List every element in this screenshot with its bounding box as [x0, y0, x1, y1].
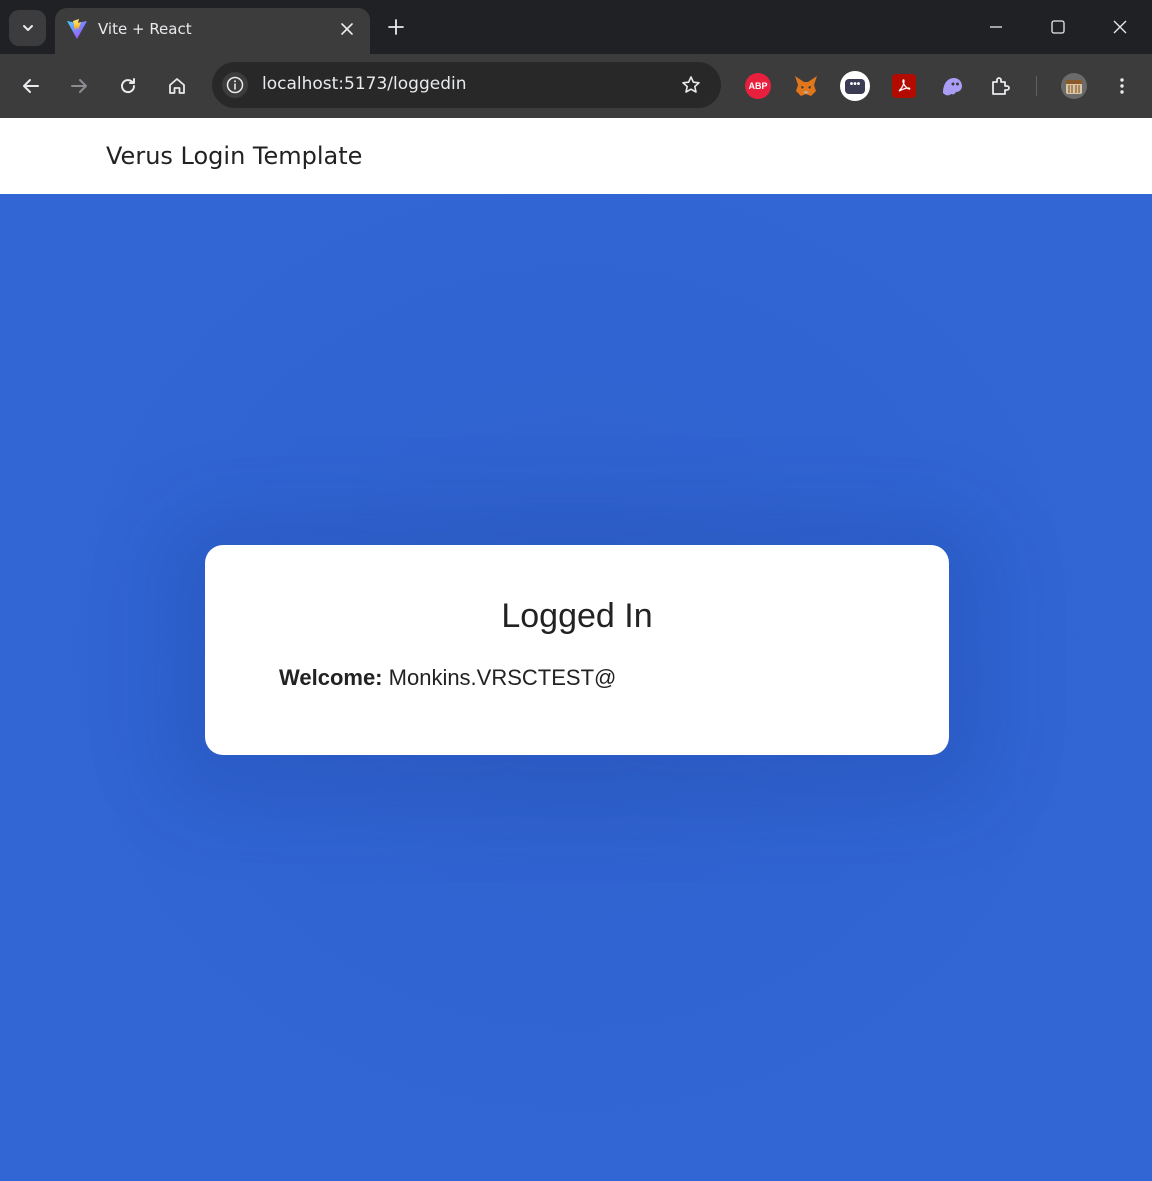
arrow-right-icon	[71, 79, 87, 93]
browser-tab-strip: Vite + React	[0, 0, 1152, 54]
ghost-icon	[943, 78, 962, 96]
info-icon	[226, 76, 244, 94]
minimize-window-button[interactable]	[981, 12, 1011, 42]
card-title: Logged In	[501, 597, 653, 635]
close-icon	[341, 23, 353, 35]
reload-icon	[121, 78, 136, 94]
site-info-button[interactable]	[222, 72, 248, 98]
extensions-button[interactable]	[986, 71, 1016, 101]
metamask-extension[interactable]	[791, 71, 821, 101]
close-icon	[1113, 20, 1127, 34]
web-page: Verus Login Template Logged In Welcome: …	[0, 118, 1152, 1181]
toolbar-divider	[1036, 76, 1037, 96]
bookmark-button[interactable]	[679, 73, 703, 97]
home-icon	[169, 78, 185, 94]
close-window-button[interactable]	[1105, 12, 1135, 42]
ghost-extension[interactable]	[937, 71, 967, 101]
brand-title[interactable]: Verus Login Template	[106, 142, 362, 170]
password-manager-icon: •••	[840, 71, 870, 101]
adobe-acrobat-icon	[892, 74, 916, 98]
star-icon	[682, 76, 700, 93]
password-manager-extension[interactable]: •••	[840, 71, 870, 101]
metamask-fox-icon	[795, 76, 817, 96]
vite-logo-icon	[67, 19, 87, 39]
maximize-icon	[1051, 20, 1065, 34]
adobe-acrobat-extension[interactable]	[889, 71, 919, 101]
maximize-window-button[interactable]	[1043, 12, 1073, 42]
avatar-icon	[1061, 73, 1087, 99]
tab-search-button[interactable]	[9, 10, 46, 46]
new-tab-button[interactable]	[383, 14, 409, 40]
puzzle-icon	[992, 77, 1010, 95]
adblock-plus-icon: ABP	[745, 73, 771, 99]
welcome-label: Welcome:	[279, 665, 383, 690]
welcome-message: Welcome: Monkins.VRSCTEST@	[279, 665, 616, 691]
browser-toolbar: localhost:5173/loggedin ABP •••	[0, 54, 1152, 118]
page-header: Verus Login Template	[0, 118, 1152, 194]
welcome-identity: Monkins.VRSCTEST@	[388, 665, 617, 690]
arrow-left-icon	[23, 79, 39, 93]
home-button[interactable]	[161, 70, 193, 102]
address-bar[interactable]: localhost:5173/loggedin	[212, 62, 721, 108]
chevron-down-icon	[22, 25, 33, 31]
url-text[interactable]: localhost:5173/loggedin	[262, 74, 466, 94]
back-button[interactable]	[15, 70, 47, 102]
forward-button[interactable]	[63, 70, 95, 102]
close-tab-button[interactable]	[336, 18, 358, 40]
browser-tab-active[interactable]: Vite + React	[55, 8, 370, 54]
adblock-plus-extension[interactable]: ABP	[743, 71, 773, 101]
logged-in-card: Logged In Welcome: Monkins.VRSCTEST@	[205, 545, 949, 755]
profile-button[interactable]	[1059, 71, 1089, 101]
tab-title: Vite + React	[98, 20, 192, 38]
reload-button[interactable]	[112, 70, 144, 102]
minimize-icon	[990, 26, 1002, 28]
browser-menu-button[interactable]	[1107, 71, 1137, 101]
plus-icon	[388, 19, 404, 35]
page-body: Logged In Welcome: Monkins.VRSCTEST@	[0, 194, 1152, 1181]
more-vertical-icon	[1120, 78, 1124, 94]
